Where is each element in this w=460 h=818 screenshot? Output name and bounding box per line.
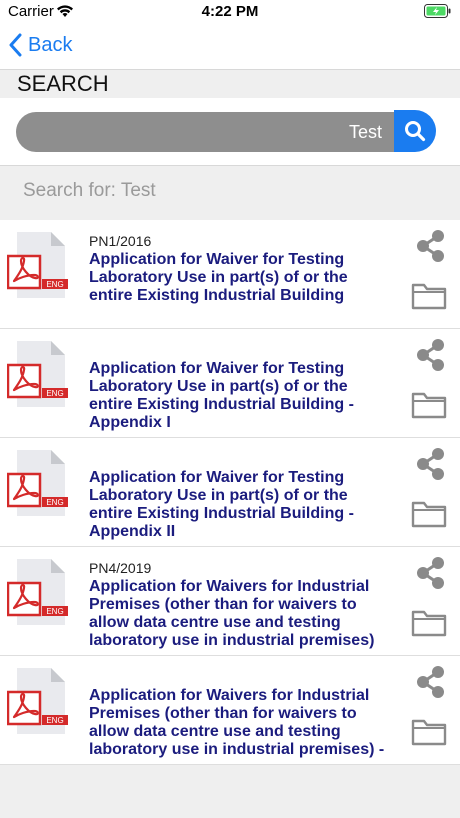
result-row[interactable]: ENG Application for Waiver for Testing L…: [0, 329, 460, 438]
share-icon[interactable]: [414, 337, 446, 373]
result-row[interactable]: ENG Application for Waivers for Industri…: [0, 656, 460, 765]
share-icon[interactable]: [414, 664, 446, 700]
folder-icon[interactable]: [411, 608, 447, 638]
document-title: Application for Waivers for Industrial P…: [89, 687, 385, 758]
folder-icon[interactable]: [411, 499, 447, 529]
page-title: SEARCH: [17, 71, 109, 96]
document-ref: PN4/2019: [89, 560, 152, 576]
battery-icon: [424, 4, 452, 23]
document-title: Application for Waivers for Industrial P…: [89, 578, 375, 649]
language-badge: ENG: [46, 716, 63, 725]
document-ref: PN1/2016: [89, 233, 152, 249]
pdf-file-icon: ENG: [7, 559, 68, 625]
pdf-file-icon: ENG: [7, 341, 68, 407]
status-bar: Carrier 4:22 PM: [0, 0, 460, 24]
share-icon[interactable]: [414, 446, 446, 482]
pdf-file-icon: ENG: [7, 232, 68, 298]
chevron-left-icon: [9, 33, 22, 57]
back-label: Back: [28, 33, 73, 56]
language-badge: ENG: [46, 607, 63, 616]
folder-icon[interactable]: [411, 281, 447, 311]
folder-icon[interactable]: [411, 717, 447, 747]
document-title: Application for Waiver for Testing Labor…: [89, 469, 354, 540]
search-bar: [0, 98, 460, 166]
document-title: Application for Waiver for Testing Labor…: [89, 360, 354, 431]
folder-icon[interactable]: [411, 390, 447, 420]
search-for-label: Search for: Test: [23, 180, 156, 201]
language-badge: ENG: [46, 280, 63, 289]
result-row[interactable]: ENG Application for Waiver for Testing L…: [0, 438, 460, 547]
search-icon: [405, 121, 426, 142]
share-icon[interactable]: [414, 555, 446, 591]
result-row[interactable]: ENG PN1/2016 Application for Waiver for …: [0, 220, 460, 329]
search-input[interactable]: [16, 112, 394, 152]
pdf-file-icon: ENG: [7, 668, 68, 734]
clock: 4:22 PM: [201, 3, 259, 20]
back-button[interactable]: Back: [8, 33, 72, 57]
results-list: ENG PN1/2016 Application for Waiver for …: [0, 220, 460, 765]
nav-bar: Back: [0, 24, 460, 70]
pdf-file-icon: ENG: [7, 450, 68, 516]
document-title: Application for Waiver for Testing Labor…: [89, 251, 348, 304]
search-button[interactable]: [394, 110, 436, 152]
share-icon[interactable]: [414, 228, 446, 264]
language-badge: ENG: [46, 498, 63, 507]
language-badge: ENG: [46, 389, 63, 398]
result-row[interactable]: ENG PN4/2019 Application for Waivers for…: [0, 547, 460, 656]
